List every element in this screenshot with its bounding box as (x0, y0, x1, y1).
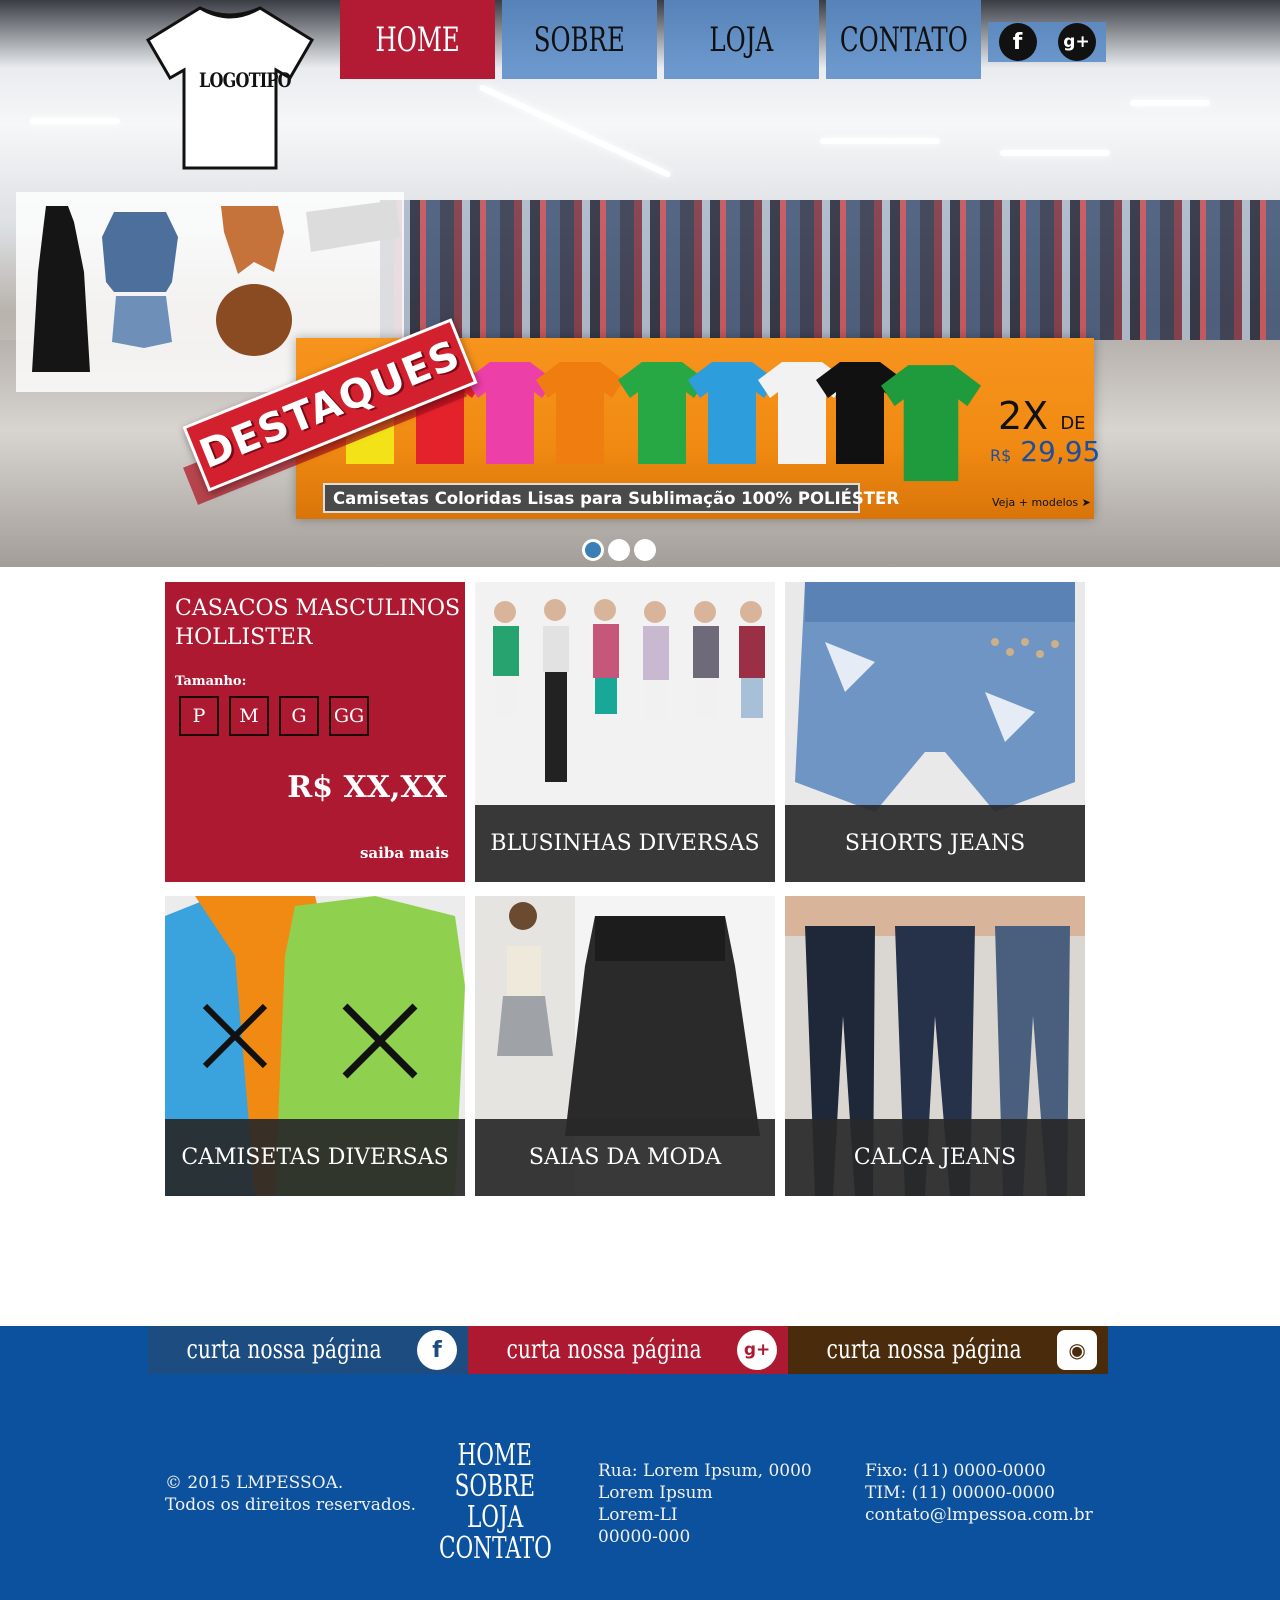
installments-count: 2X (998, 394, 1049, 438)
logo-text: LOGOTIPO (199, 68, 292, 92)
footer-contact: Fixo: (11) 0000-0000 TIM: (11) 00000-000… (865, 1460, 1093, 1526)
saiba-mais-link[interactable]: saiba mais (360, 844, 449, 862)
category-text: SAIAS DA MODA (528, 1145, 722, 1170)
ceiling-light (820, 138, 940, 144)
header-social: f g+ (988, 22, 1106, 62)
featured-price: R$ XX,XX (287, 770, 447, 805)
nav-contato-label: CONTATO (839, 19, 968, 60)
footer-nav-contato[interactable]: CONTATO (439, 1533, 552, 1564)
currency-label: R$ (990, 446, 1012, 465)
instagram-like-label: curta nossa página (826, 1335, 1022, 1365)
instagram-like-button[interactable]: curta nossa página ◉ (788, 1326, 1108, 1374)
nav-loja[interactable]: LOJA (664, 0, 819, 79)
nav-sobre[interactable]: SOBRE (502, 0, 657, 79)
orange-tshirt (536, 362, 624, 464)
category-label-shorts[interactable]: SHORTS JEANS (785, 805, 1085, 882)
promo-price: R$ 29,95 (990, 435, 1100, 468)
size-option-m[interactable]: M (229, 696, 269, 736)
footer-nav-home[interactable]: HOME (458, 1440, 532, 1471)
promo-text: Camisetas Coloridas Lisas para Sublimaçã… (333, 488, 900, 508)
ceiling-light (478, 83, 672, 179)
size-option-p[interactable]: P (179, 696, 219, 736)
category-label-calca[interactable]: CALCA JEANS (785, 1119, 1085, 1196)
category-saias[interactable]: SAIAS DA MODA (475, 896, 775, 1196)
slider-dot-2[interactable] (608, 539, 630, 561)
facebook-icon[interactable]: f (998, 23, 1037, 61)
footer-nav-sobre[interactable]: SOBRE (455, 1471, 535, 1502)
hero-banner: DESTAQUES Camisetas Coloridas Lisas para… (0, 0, 1280, 567)
google-plus-like-label: curta nossa página (506, 1335, 702, 1365)
nav-contato[interactable]: CONTATO (826, 0, 981, 79)
contact-mobile: TIM: (11) 00000-0000 (865, 1483, 1055, 1503)
facebook-like-label: curta nossa página (186, 1335, 382, 1365)
green-print-tshirt (881, 365, 981, 482)
address-line: 00000-000 (598, 1527, 691, 1547)
more-models-text: Veja + modelos ➤ (992, 496, 1091, 509)
copyright-line-1: © 2015 LMPESSOA. (165, 1473, 344, 1493)
category-text: SHORTS JEANS (844, 831, 1026, 856)
address-line: Rua: Lorem Ipsum, 0000 (598, 1461, 812, 1481)
category-text: CALCA JEANS (853, 1145, 1017, 1170)
nav-loja-label: LOJA (709, 19, 774, 60)
instagram-icon: ◉ (1057, 1330, 1098, 1370)
nav-home-label: HOME (375, 19, 460, 60)
price-value: 29,95 (1020, 435, 1101, 468)
ceiling-light (30, 118, 120, 124)
slider-dot-1[interactable] (582, 539, 604, 561)
size-options: P M G GG (179, 696, 369, 736)
category-camisetas[interactable]: CAMISETAS DIVERSAS (165, 896, 465, 1196)
copyright-line-2: Todos os direitos reservados. (165, 1495, 417, 1515)
installments-suffix: DE (1060, 413, 1086, 434)
google-plus-like-button[interactable]: curta nossa página g+ (468, 1326, 788, 1374)
category-label-camisetas[interactable]: CAMISETAS DIVERSAS (165, 1119, 465, 1196)
featured-title: CASACOS MASCULINOS HOLLISTER (175, 596, 461, 650)
google-plus-icon[interactable]: g+ (1057, 23, 1096, 61)
installments: 2X DE (998, 394, 1086, 438)
category-label-blusinhas[interactable]: BLUSINHAS DIVERSAS (475, 805, 775, 882)
size-option-g[interactable]: G (279, 696, 319, 736)
store-racks (380, 200, 1280, 350)
google-plus-icon: g+ (737, 1330, 778, 1370)
nav-sobre-label: SOBRE (533, 19, 626, 60)
category-label-saias[interactable]: SAIAS DA MODA (475, 1119, 775, 1196)
footer-address: Rua: Lorem Ipsum, 0000 Lorem Ipsum Lorem… (598, 1460, 812, 1548)
address-line: Lorem-LI (598, 1505, 678, 1525)
size-label: Tamanho: (175, 674, 247, 689)
category-blusinhas[interactable]: BLUSINHAS DIVERSAS (475, 582, 775, 882)
category-text: BLUSINHAS DIVERSAS (490, 831, 760, 856)
category-shorts[interactable]: SHORTS JEANS (785, 582, 1085, 882)
size-option-gg[interactable]: GG (329, 696, 369, 736)
contact-email[interactable]: contato@lmpessoa.com.br (865, 1504, 1093, 1526)
featured-product[interactable]: CASACOS MASCULINOS HOLLISTER Tamanho: P … (165, 582, 465, 882)
ceiling-light (1130, 100, 1210, 106)
ceiling-light (1000, 150, 1110, 156)
footer-nav-loja[interactable]: LOJA (467, 1502, 523, 1533)
facebook-like-button[interactable]: curta nossa página f (148, 1326, 468, 1374)
slider-dot-3[interactable] (634, 539, 656, 561)
promo-caption[interactable]: Camisetas Coloridas Lisas para Sublimaçã… (323, 483, 899, 513)
address-line: Lorem Ipsum (598, 1483, 713, 1503)
slider-dots (582, 539, 656, 561)
copyright: © 2015 LMPESSOA. Todos os direitos reser… (165, 1472, 416, 1516)
category-text: CAMISETAS DIVERSAS (181, 1145, 449, 1170)
nav-home[interactable]: HOME (340, 0, 495, 79)
facebook-icon: f (417, 1330, 458, 1370)
footer-nav: HOME SOBRE LOJA CONTATO (439, 1440, 552, 1564)
more-models-link[interactable]: Veja + modelos ➤ (992, 496, 1091, 509)
logo[interactable]: LOGOTIPO (140, 0, 320, 175)
category-calca[interactable]: CALCA JEANS (785, 896, 1085, 1196)
contact-phone: Fixo: (11) 0000-0000 (865, 1461, 1046, 1481)
